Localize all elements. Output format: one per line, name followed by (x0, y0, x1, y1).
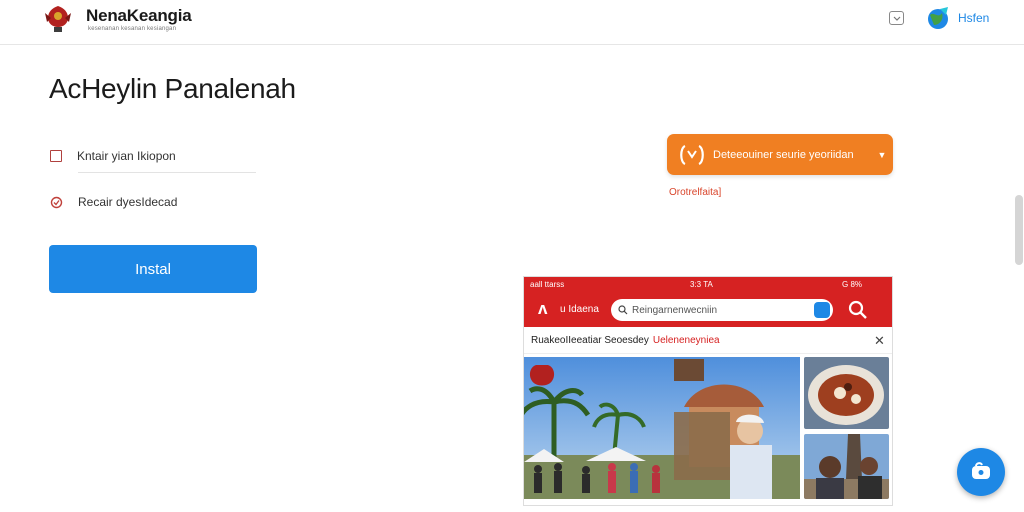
status-time: 3:3 TA (690, 280, 713, 289)
chevron-down-icon[interactable]: ▼ (871, 150, 893, 160)
close-icon[interactable]: ✕ (874, 333, 885, 349)
divider (78, 172, 256, 173)
food-thumbnail[interactable] (804, 357, 889, 429)
people-thumbnail[interactable] (804, 434, 889, 499)
option-row-1[interactable]: Kntair yian Ikiopon (50, 149, 176, 163)
globe-icon[interactable] (924, 5, 952, 31)
phone-search-input[interactable]: Reingarnenwecniin (611, 299, 833, 321)
status-left: aall ttarss (530, 280, 565, 289)
top-bar: NenaKeangia kesenanan kesanan kesiangan … (0, 0, 1024, 45)
option-row-2[interactable]: Recair dyesIdecad (50, 195, 177, 209)
download-link[interactable]: Orotrelfaita] (669, 187, 721, 198)
download-button[interactable]: Deteeouiner seurie yeoriidan ▼ (667, 134, 893, 175)
search-submit-button[interactable] (814, 302, 830, 318)
phone-nav-bar: ʌ u Idaena Reingarnenwecniin (524, 293, 892, 327)
phone-search-text: Reingarnenwecniin (632, 304, 718, 316)
panel-title: RuakeoIIeeatiar Seoesdey (531, 334, 649, 346)
option-label-2: Recair dyesIdecad (78, 195, 178, 209)
page-title: AcHeylin Panalenah (49, 73, 296, 104)
option-label-1: Kntair yian Ikiopon (77, 149, 176, 163)
cloud-chat-icon (972, 462, 990, 479)
panel-title-accent: Ueleneneyniea (652, 334, 720, 346)
phone-home-label[interactable]: u Idaena (560, 304, 599, 315)
search-icon (618, 305, 628, 315)
header-link[interactable]: Hsfen (958, 11, 989, 25)
checkbox-icon[interactable] (50, 150, 62, 162)
phone-panel-title: RuakeoIIeeatiar Seoesdey Ueleneneyniea (524, 327, 892, 354)
search-icon[interactable] (848, 300, 868, 320)
recycle-icon[interactable] (50, 196, 63, 209)
scrollbar[interactable] (1015, 195, 1023, 265)
install-button[interactable]: Instal (49, 245, 257, 293)
brand-tagline: kesenanan kesanan kesiangan (88, 26, 177, 32)
download-app-icon (680, 144, 704, 165)
window-toggle-icon[interactable] (889, 11, 904, 25)
brand-name: NenaKeangia (86, 6, 192, 25)
status-right: G 8% (842, 280, 863, 289)
festival-photo (524, 357, 800, 499)
phone-status-bar: aall ttarss 3:3 TA G 8% (524, 277, 892, 293)
back-icon[interactable]: ʌ (538, 299, 547, 319)
download-label: Deteeouiner seurie yeoriidan (713, 148, 854, 161)
chat-fab-button[interactable] (957, 448, 1005, 496)
installer-page: NenaKeangia kesenanan kesanan kesiangan … (0, 0, 1024, 512)
phone-preview: aall ttarss 3:3 TA G 8% ʌ u Idaena Reing… (523, 276, 893, 506)
garuda-logo-icon (45, 6, 71, 32)
